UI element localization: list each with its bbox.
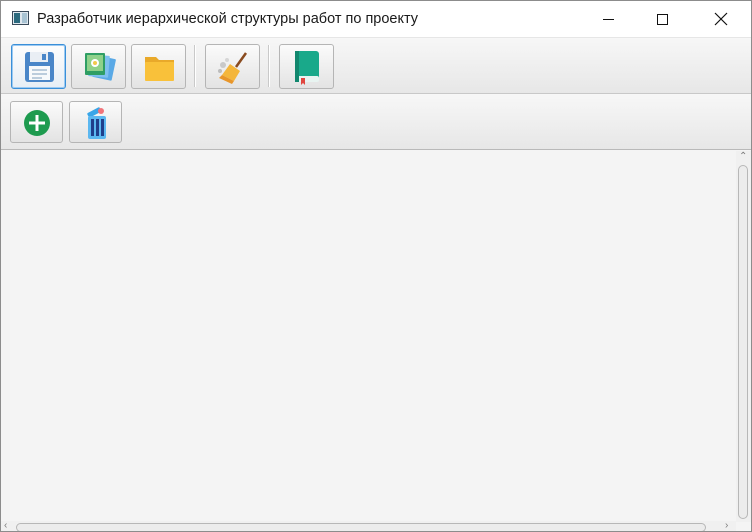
- window-title: Разработчик иерархической структуры рабо…: [37, 11, 419, 27]
- scroll-left-icon[interactable]: ‹: [4, 521, 7, 531]
- delete-button[interactable]: [69, 101, 122, 143]
- toolbar-separator: [268, 45, 269, 87]
- vertical-scrollbar[interactable]: ⌃: [736, 151, 751, 522]
- app-window: Разработчик иерархической структуры рабо…: [0, 0, 752, 532]
- main-toolbar: [1, 37, 751, 94]
- maximize-button[interactable]: [639, 1, 685, 37]
- minimize-icon: [602, 18, 614, 20]
- title-bar[interactable]: Разработчик иерархической структуры рабо…: [1, 1, 751, 37]
- maximize-icon: [656, 13, 668, 25]
- close-button[interactable]: [698, 1, 744, 37]
- floppy-disk-icon: [25, 52, 54, 82]
- images-button[interactable]: [71, 44, 126, 89]
- book-icon: [295, 51, 319, 85]
- horizontal-scrollbar[interactable]: ‹ ›: [1, 521, 736, 531]
- toolbar-separator: [194, 45, 195, 87]
- add-circle-icon: [24, 110, 50, 136]
- trash-can-icon: [87, 107, 106, 139]
- app-icon: [12, 11, 29, 25]
- open-folder-button[interactable]: [131, 44, 186, 89]
- broom-icon: [218, 52, 248, 84]
- edit-toolbar: [1, 94, 751, 150]
- folder-icon: [145, 57, 174, 81]
- clean-button[interactable]: [205, 44, 260, 89]
- image-stack-icon: [85, 53, 116, 81]
- save-button[interactable]: [11, 44, 66, 89]
- scroll-up-icon[interactable]: ⌃: [739, 152, 747, 162]
- project-tree-area[interactable]: [1, 151, 736, 522]
- help-book-button[interactable]: [279, 44, 334, 89]
- vertical-scroll-thumb[interactable]: [738, 165, 748, 519]
- minimize-button[interactable]: [585, 1, 631, 37]
- scroll-right-icon[interactable]: ›: [725, 521, 728, 531]
- close-icon: [714, 12, 728, 26]
- add-button[interactable]: [10, 101, 63, 143]
- horizontal-scroll-thumb[interactable]: [16, 523, 706, 531]
